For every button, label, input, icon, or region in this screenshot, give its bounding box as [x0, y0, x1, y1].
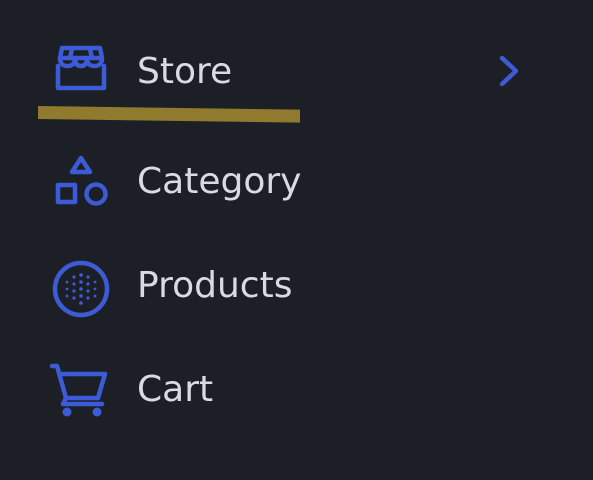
sidebar-nav: Store Category Products Cart	[0, 0, 593, 480]
chevron-right-icon[interactable]	[490, 54, 530, 94]
active-indicator	[38, 106, 300, 123]
nav-item-category[interactable]: Category	[0, 138, 593, 222]
store-icon	[50, 44, 112, 106]
nav-item-label: Category	[137, 161, 302, 202]
nav-item-label: Cart	[137, 369, 214, 410]
nav-item-products[interactable]: Products	[0, 242, 593, 326]
nav-item-store[interactable]: Store	[0, 28, 593, 112]
nav-item-label: Store	[137, 51, 233, 92]
nav-item-cart[interactable]: Cart	[0, 346, 593, 430]
shopping-cart-icon	[50, 362, 112, 424]
dotted-circle-icon	[50, 258, 112, 320]
nav-item-label: Products	[137, 265, 293, 306]
shapes-icon	[50, 154, 112, 216]
